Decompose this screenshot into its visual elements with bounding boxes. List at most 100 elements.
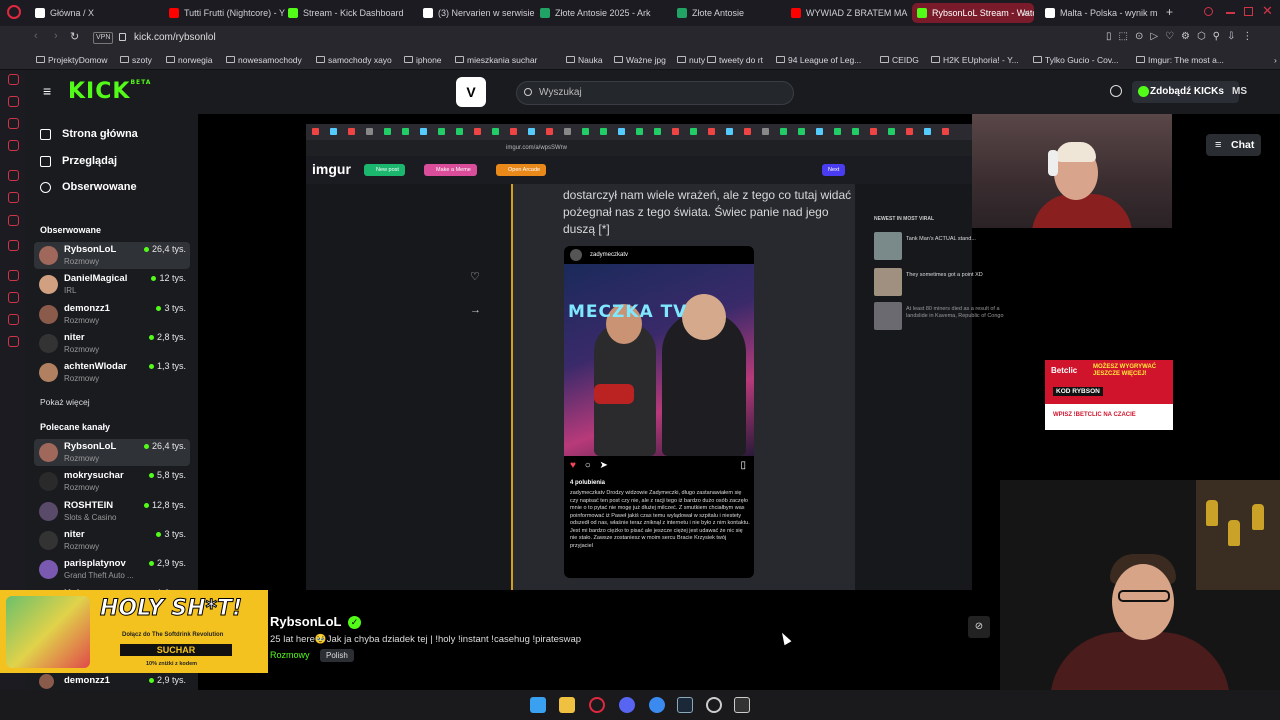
sidebar-channel-rybsonlol[interactable]: RybsonLoL Rozmowy 26,4 tys. (34, 242, 190, 269)
browser-tab[interactable]: Tutti Frutti (Nightcore) - Y (164, 3, 286, 23)
obs-icon[interactable] (734, 697, 750, 713)
forward-icon[interactable]: › (54, 30, 58, 42)
notifications-icon[interactable] (1110, 85, 1122, 97)
bookmark-item[interactable]: nowesamochody (226, 52, 302, 68)
sidebar-channel-niter[interactable]: niter Rozmowy 2,8 tys. (34, 330, 190, 357)
browser-sidebar-icon[interactable] (8, 170, 19, 181)
streamer-name[interactable]: RybsonLoL (270, 614, 342, 629)
start-icon[interactable] (530, 697, 546, 713)
browser-sidebar-icon[interactable] (8, 118, 19, 129)
browser-tab[interactable]: (3) Nervarien w serwisie (418, 3, 540, 23)
bookmark-item[interactable]: iphone (404, 52, 442, 68)
browser-sidebar-icon[interactable] (8, 215, 19, 226)
bookmark-item[interactable]: szoty (120, 52, 152, 68)
browser-sidebar-icon[interactable] (8, 74, 19, 85)
bookmark-item[interactable]: tweety do rt (707, 52, 763, 68)
browser-tab[interactable]: Złote Antosie (672, 3, 784, 23)
bookmarks-overflow-icon[interactable]: › (1262, 52, 1277, 68)
nav-following[interactable]: Obserwowane (40, 181, 137, 193)
tab-favicon-icon (917, 8, 927, 18)
shared-url: imgur.com/a/wpsSWrw (306, 140, 972, 156)
channel-name: demonzz1 (64, 675, 110, 686)
show-more-link[interactable]: Pokaż więcej (40, 397, 90, 407)
opera-icon[interactable] (589, 697, 605, 713)
channel-name: demonzz1 (64, 302, 110, 314)
bookmark-item[interactable]: Nauka (566, 52, 603, 68)
bookmark-item[interactable]: 94 League of Leg... (776, 52, 861, 68)
file-explorer-icon[interactable] (559, 697, 575, 713)
sidebar-channel-niter[interactable]: niter Rozmowy 3 tys. (34, 527, 190, 554)
sidebar-channel-demonzz1[interactable]: demonzz1 2,9 tys. (34, 673, 190, 690)
bookmark-item[interactable]: samochody xayo (316, 52, 392, 68)
minimize-icon[interactable] (1226, 12, 1235, 14)
nav-home[interactable]: Strona główna (40, 128, 138, 140)
sidebar-channel-roshtein[interactable]: ROSHTEIN Slots & Casino 12,8 tys. (34, 498, 190, 525)
menu-icon[interactable]: ≡ (43, 84, 51, 98)
mute-notifications-icon[interactable]: ⊘ (968, 616, 990, 638)
vpn-badge[interactable]: VPN (93, 32, 114, 44)
bookmark-item[interactable]: mieszkania suchar (455, 52, 537, 68)
bookmark-item[interactable]: Imgur: The most a... (1136, 52, 1224, 68)
app-icon[interactable] (706, 697, 722, 713)
channel-logo-icon[interactable]: V (456, 77, 486, 107)
sidebar-channel-danielmagical[interactable]: DanielMagical IRL 12 tys. (34, 271, 190, 298)
sidebar-channel-mokrysuchar[interactable]: mokrysuchar Rozmowy 5,8 tys. (34, 468, 190, 495)
stream-tag[interactable]: Polish (320, 649, 354, 662)
messenger-icon[interactable] (649, 697, 665, 713)
video-player[interactable]: imgur.com/a/wpsSWrw imgur New post Make … (198, 114, 1280, 690)
bookmark-item[interactable]: CEIDG (880, 52, 919, 68)
browser-sidebar-icon[interactable] (8, 192, 19, 203)
bookmark-item[interactable]: Tylko Gucio - Cov... (1033, 52, 1119, 68)
url-field[interactable]: kick.com/rybsonlol (134, 29, 1134, 47)
reload-icon[interactable]: ↻ (70, 30, 79, 43)
browser-tab[interactable]: Złote Antosie 2025 - Ark (535, 3, 657, 23)
browser-tab[interactable]: RybsonLoL Stream - Watc ✕ (912, 3, 1034, 23)
back-icon[interactable]: ‹ (34, 30, 38, 42)
tab-favicon-icon (288, 8, 298, 18)
sponsor-ad[interactable]: HOLY SH*T! Dołącz do The Softdrink Revol… (0, 590, 268, 673)
bookmark-item[interactable]: Ważne jpg (614, 52, 666, 68)
bookmark-item[interactable]: ProjektyDomow (36, 52, 108, 68)
kick-logo[interactable]: KICKBETA (68, 79, 151, 104)
close-window-icon[interactable]: ✕ (1262, 3, 1273, 19)
browser-sidebar-icon[interactable] (8, 96, 19, 107)
browser-sidebar-icon[interactable] (8, 336, 19, 347)
sidebar-channel-rybsonlol[interactable]: RybsonLoL Rozmowy 26,4 tys. (34, 439, 190, 466)
sidebar-channel-achtenwlodar[interactable]: achtenWlodar Rozmowy 1,3 tys. (34, 359, 190, 386)
user-avatar[interactable]: MS (1232, 81, 1247, 103)
post-text: dostarczył nam wiele wrażeń, ale z tego … (563, 188, 852, 236)
toolbar-icons[interactable]: ▯⬚⊙▷♡⚙⬡⚲⇩⋮ (1106, 31, 1259, 42)
bookmark-item[interactable]: nuty (677, 52, 705, 68)
sidebar-channel-parisplatynov[interactable]: parisplatynov Grand Theft Auto ... 2,9 tys… (34, 556, 190, 583)
close-tab-icon[interactable]: ✕ (1022, 3, 1030, 23)
viewer-count: 1,3 tys. (148, 361, 186, 371)
browser-sidebar-icon[interactable] (8, 270, 19, 281)
browser-sidebar-icon[interactable] (8, 292, 19, 303)
discord-icon[interactable] (619, 697, 635, 713)
tab-title: (3) Nervarien w serwisie (438, 8, 535, 18)
betclic-ad[interactable]: Betclic MOŻESZ WYGRYWAĆ JESZCZE WIĘCEJ! … (1045, 360, 1173, 430)
new-tab-button[interactable]: + (1166, 5, 1173, 19)
browser-tab[interactable]: WYWIAD Z BRATEM MA (786, 3, 908, 23)
search-tabs-icon[interactable] (1204, 7, 1213, 16)
shared-tab-favicon-icon (798, 128, 805, 135)
sidebar-channel-demonzz1[interactable]: demonzz1 Rozmowy 3 tys. (34, 301, 190, 328)
browser-sidebar-icon[interactable] (8, 240, 19, 251)
browser-tab[interactable]: Malta - Polska - wynik m (1040, 3, 1162, 23)
search-input[interactable]: Wyszukaj (516, 81, 794, 105)
browser-tab[interactable]: Stream - Kick Dashboard (283, 3, 405, 23)
nav-browse[interactable]: Przeglądaj (40, 155, 117, 167)
stream-category[interactable]: Rozmowy (270, 650, 310, 660)
browser-sidebar-icon[interactable] (8, 140, 19, 151)
maximize-icon[interactable] (1244, 7, 1253, 16)
steam-icon[interactable] (677, 697, 693, 713)
bookmark-item[interactable]: H2K EUphoria! - Y... (931, 52, 1019, 68)
browser-tab[interactable]: Główna / X (30, 3, 155, 23)
shared-tab-favicon-icon (618, 128, 625, 135)
bookmark-label: nowesamochody (238, 55, 302, 65)
channel-category: Rozmowy (64, 454, 100, 463)
browser-sidebar-icon[interactable] (8, 314, 19, 325)
bookmark-item[interactable]: norwegia (166, 52, 213, 68)
chat-button[interactable]: Chat (1206, 134, 1261, 156)
opera-logo-icon[interactable] (7, 5, 21, 19)
